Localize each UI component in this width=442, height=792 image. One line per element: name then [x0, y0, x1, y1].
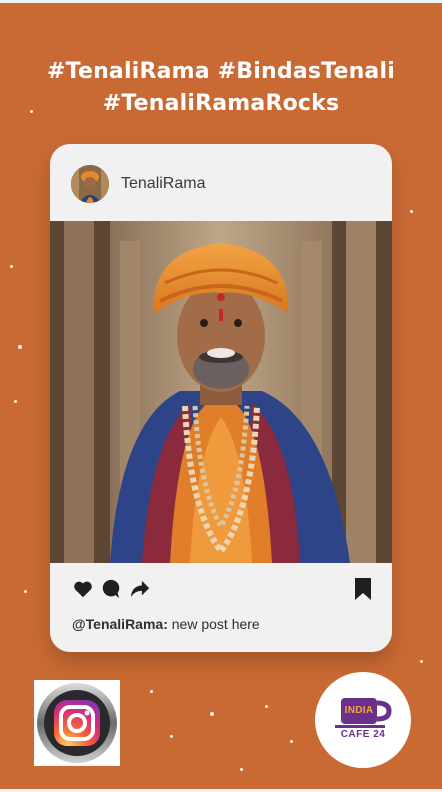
- heart-icon[interactable]: [72, 578, 96, 602]
- post-username[interactable]: TenaliRama: [121, 175, 205, 193]
- share-icon[interactable]: [128, 578, 152, 602]
- post-header: TenaliRama: [50, 144, 392, 221]
- caption-text: new post here: [167, 616, 260, 632]
- top-border: [0, 0, 442, 3]
- decor-speck: [240, 768, 243, 771]
- india-cafe24-logo[interactable]: INDIA CAFE 24: [315, 672, 411, 768]
- decor-speck: [14, 400, 17, 403]
- decor-speck: [265, 705, 268, 708]
- decor-speck: [210, 712, 214, 716]
- post-actions: [72, 578, 372, 602]
- bookmark-icon[interactable]: [354, 578, 378, 602]
- hashtag-heading: #TenaliRama #BindasTenali #TenaliRamaRoc…: [0, 56, 442, 120]
- decor-speck: [420, 660, 423, 663]
- avatar[interactable]: [71, 165, 109, 203]
- caption-handle[interactable]: @TenaliRama:: [72, 616, 168, 632]
- decor-speck: [24, 590, 27, 593]
- decor-speck: [10, 265, 13, 268]
- post-card: TenaliRama @TenaliRama: new post here: [50, 144, 392, 652]
- decor-speck: [170, 735, 173, 738]
- instagram-badge[interactable]: [34, 680, 120, 766]
- decor-speck: [18, 345, 22, 349]
- post-caption: @TenaliRama: new post here: [72, 616, 260, 632]
- hashtag-line: #TenaliRamaRocks: [102, 91, 340, 116]
- portrait-photo: [50, 221, 392, 563]
- cafe-logo-subtitle: CAFE 24: [340, 729, 386, 740]
- instagram-logo-icon: [37, 683, 117, 763]
- comment-icon[interactable]: [100, 578, 124, 602]
- cafe-logo-word: INDIA: [344, 705, 374, 716]
- decor-speck: [290, 740, 293, 743]
- coffee-cup-icon: [335, 698, 392, 728]
- decor-speck: [150, 690, 153, 693]
- hashtag-line: #TenaliRama #BindasTenali: [47, 59, 395, 84]
- decor-speck: [410, 210, 413, 213]
